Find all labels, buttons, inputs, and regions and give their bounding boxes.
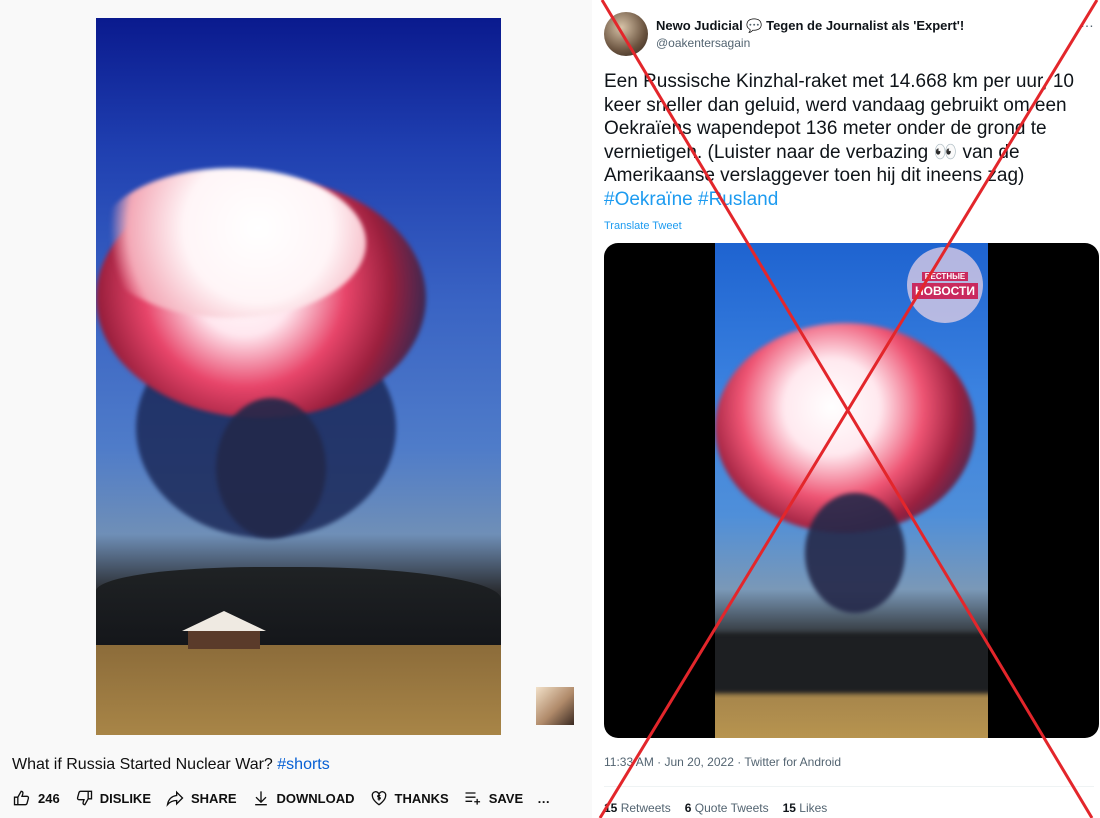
thanks-heart-dollar-icon xyxy=(371,791,386,806)
share-label: SHARE xyxy=(191,790,237,806)
share-button[interactable]: SHARE xyxy=(165,788,237,808)
cloud-stem xyxy=(216,398,326,538)
tweet-display-name[interactable]: Newo Judicial 💬 Tegen de Journalist als … xyxy=(656,18,964,34)
more-icon: … xyxy=(537,790,551,806)
tweet-text: Een Russische Kinzhal-raket met 14.668 k… xyxy=(604,70,1100,211)
shorts-hashtag-link[interactable]: #shorts xyxy=(277,756,329,773)
field xyxy=(96,645,501,735)
tweet-body: Een Russische Kinzhal-raket met 14.668 k… xyxy=(604,71,1074,186)
dislike-label: DISLIKE xyxy=(99,790,151,806)
tweet-video[interactable]: ВЕСТНЫЕ НОВОСТИ xyxy=(604,243,1099,738)
thumbs-down-icon xyxy=(76,790,92,806)
cloud-top xyxy=(96,168,366,318)
likes-label: Likes xyxy=(799,801,828,815)
thumbs-up-icon xyxy=(13,790,30,806)
translate-tweet-link[interactable]: Translate Tweet xyxy=(604,220,682,232)
quotes-label: Quote Tweets xyxy=(694,801,769,815)
tweet-panel: Newo Judicial 💬 Tegen de Journalist als … xyxy=(592,0,1100,818)
like-button[interactable]: 246 xyxy=(12,788,60,808)
tweet-stats: 15 Retweets 6 Quote Tweets 15 Likes xyxy=(604,801,827,815)
tweet-video-frame: ВЕСТНЫЕ НОВОСТИ xyxy=(715,243,988,738)
media-treeline xyxy=(715,633,988,693)
channel-avatar[interactable] xyxy=(536,687,574,725)
youtube-panel: What if Russia Started Nuclear War? #sho… xyxy=(0,0,592,818)
tweet-hashtags-link[interactable]: #Oekraïne #Rusland xyxy=(604,189,778,210)
tweet-timestamp[interactable]: 11:33 AM · Jun 20, 2022 · Twitter for An… xyxy=(604,755,841,769)
media-cloud-stem xyxy=(805,493,905,613)
thanks-button[interactable]: THANKS xyxy=(369,788,449,808)
save-button[interactable]: SAVE xyxy=(463,788,523,808)
download-label: DOWNLOAD xyxy=(276,790,355,806)
quote-tweets-stat[interactable]: 6 Quote Tweets xyxy=(685,801,769,815)
likes-stat[interactable]: 15 Likes xyxy=(783,801,828,815)
retweets-stat[interactable]: 15 Retweets xyxy=(604,801,671,815)
action-bar: 246 DISLIKE SHARE DOWNLOAD THANKS SAVE … xyxy=(12,788,550,808)
divider xyxy=(604,786,1094,787)
download-icon xyxy=(254,791,267,806)
likes-count: 15 xyxy=(782,801,796,815)
tweet-handle[interactable]: @oakentersagain xyxy=(656,36,750,50)
house xyxy=(188,631,260,649)
logo-text-top: ВЕСТНЫЕ xyxy=(921,271,969,281)
video-title: What if Russia Started Nuclear War? #sho… xyxy=(12,756,330,774)
download-button[interactable]: DOWNLOAD xyxy=(251,788,355,808)
news-channel-logo: ВЕСТНЫЕ НОВОСТИ xyxy=(907,247,983,323)
share-icon xyxy=(166,790,184,807)
tweet-author-avatar[interactable] xyxy=(604,12,648,56)
treeline xyxy=(96,567,501,647)
save-label: SAVE xyxy=(488,790,524,806)
house-roof xyxy=(182,611,266,631)
thanks-label: THANKS xyxy=(394,790,449,806)
logo-text-bottom: НОВОСТИ xyxy=(911,282,979,299)
tweet-more-icon[interactable]: … xyxy=(1080,14,1094,30)
retweets-label: Retweets xyxy=(620,801,671,815)
retweets-count: 15 xyxy=(604,801,618,815)
more-actions-button[interactable]: … xyxy=(537,791,550,806)
playlist-add-icon xyxy=(465,792,480,805)
dislike-button[interactable]: DISLIKE xyxy=(74,788,151,808)
like-count: 246 xyxy=(38,790,60,806)
video-title-text: What if Russia Started Nuclear War? xyxy=(12,756,273,773)
video-player[interactable] xyxy=(96,18,501,735)
quotes-count: 6 xyxy=(684,801,692,815)
